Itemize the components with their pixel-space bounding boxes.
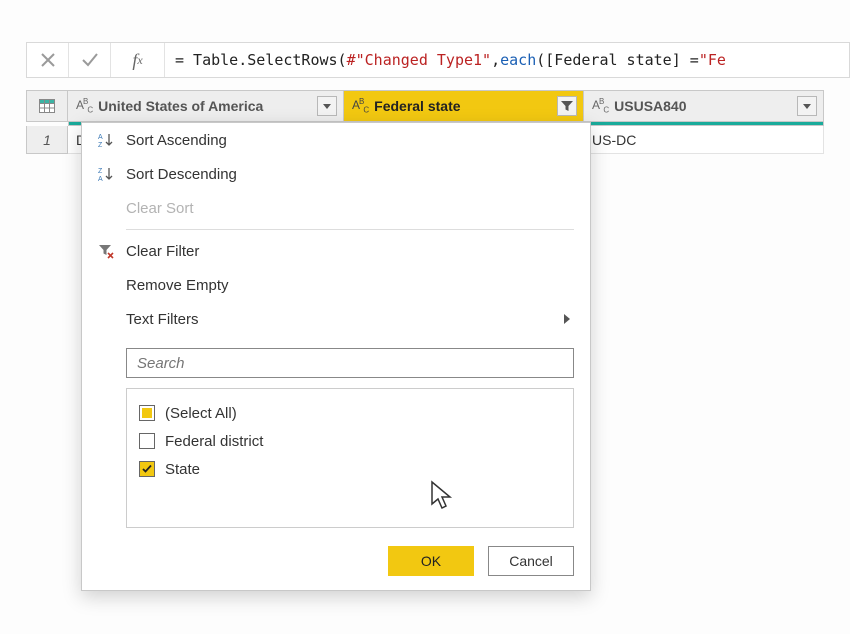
column-filter-button[interactable] — [557, 96, 577, 116]
row-number[interactable]: 1 — [26, 126, 68, 154]
column-header-ususa840[interactable]: ABC USUSA840 — [584, 90, 824, 122]
formula-input[interactable]: = Table.SelectRows( #"Changed Type1" , e… — [165, 43, 849, 77]
filter-option-label: Federal district — [165, 433, 263, 450]
column-filter-button[interactable] — [317, 96, 337, 116]
table-corner[interactable] — [26, 90, 68, 122]
filter-option-select-all[interactable]: (Select All) — [139, 399, 561, 427]
menu-clear-filter[interactable]: Clear Filter — [82, 234, 590, 268]
column-filter-menu: AZ Sort Ascending ZA Sort Descending Cle… — [81, 122, 591, 591]
type-text-icon: ABC — [352, 97, 368, 114]
menu-buttons: OK Cancel — [82, 546, 574, 576]
chevron-right-icon — [564, 314, 570, 324]
filter-option-label: State — [165, 461, 200, 478]
filter-option[interactable]: State — [139, 455, 561, 483]
close-icon — [40, 52, 56, 68]
formula-accept-button[interactable] — [69, 43, 111, 77]
menu-clear-sort: Clear Sort — [82, 191, 590, 225]
column-label: United States of America — [98, 98, 317, 114]
filter-option-label: (Select All) — [165, 405, 237, 422]
fx-label: fx — [111, 43, 165, 77]
chevron-down-icon — [803, 104, 811, 109]
menu-sort-descending[interactable]: ZA Sort Descending — [82, 157, 590, 191]
svg-text:Z: Z — [98, 142, 103, 148]
check-icon — [81, 51, 99, 69]
filter-search[interactable] — [126, 348, 574, 378]
checkbox-unchecked-icon — [139, 433, 155, 449]
divider — [126, 229, 574, 230]
sort-desc-icon: ZA — [98, 166, 126, 182]
table-header-row: ABC United States of America ABC Federal… — [26, 90, 840, 122]
formula-bar: fx = Table.SelectRows( #"Changed Type1" … — [26, 42, 850, 78]
menu-text-filters[interactable]: Text Filters — [82, 302, 590, 336]
formula-cancel-button[interactable] — [27, 43, 69, 77]
type-text-icon: ABC — [76, 97, 92, 114]
svg-text:A: A — [98, 176, 103, 182]
svg-text:Z: Z — [98, 168, 103, 175]
svg-text:A: A — [98, 134, 103, 141]
search-input[interactable] — [135, 354, 565, 373]
cancel-button[interactable]: Cancel — [488, 546, 574, 576]
ok-button[interactable]: OK — [388, 546, 474, 576]
filter-values-list: (Select All) Federal district State — [126, 388, 574, 528]
cell[interactable]: US-DC — [584, 126, 824, 154]
column-header-usa[interactable]: ABC United States of America — [68, 90, 344, 122]
column-label: Federal state — [374, 98, 557, 114]
menu-remove-empty[interactable]: Remove Empty — [82, 268, 590, 302]
clear-filter-icon — [98, 243, 126, 259]
column-header-federal-state[interactable]: ABC Federal state — [344, 90, 584, 122]
column-label: USUSA840 — [614, 98, 797, 114]
sort-asc-icon: AZ — [98, 132, 126, 148]
checkbox-checked-icon — [139, 461, 155, 477]
table-icon — [39, 99, 55, 113]
chevron-down-icon — [323, 104, 331, 109]
checkbox-partial-icon — [139, 405, 155, 421]
type-text-icon: ABC — [592, 97, 608, 114]
filter-applied-icon — [560, 99, 574, 113]
column-filter-button[interactable] — [797, 96, 817, 116]
menu-sort-ascending[interactable]: AZ Sort Ascending — [82, 123, 590, 157]
filter-option[interactable]: Federal district — [139, 427, 561, 455]
